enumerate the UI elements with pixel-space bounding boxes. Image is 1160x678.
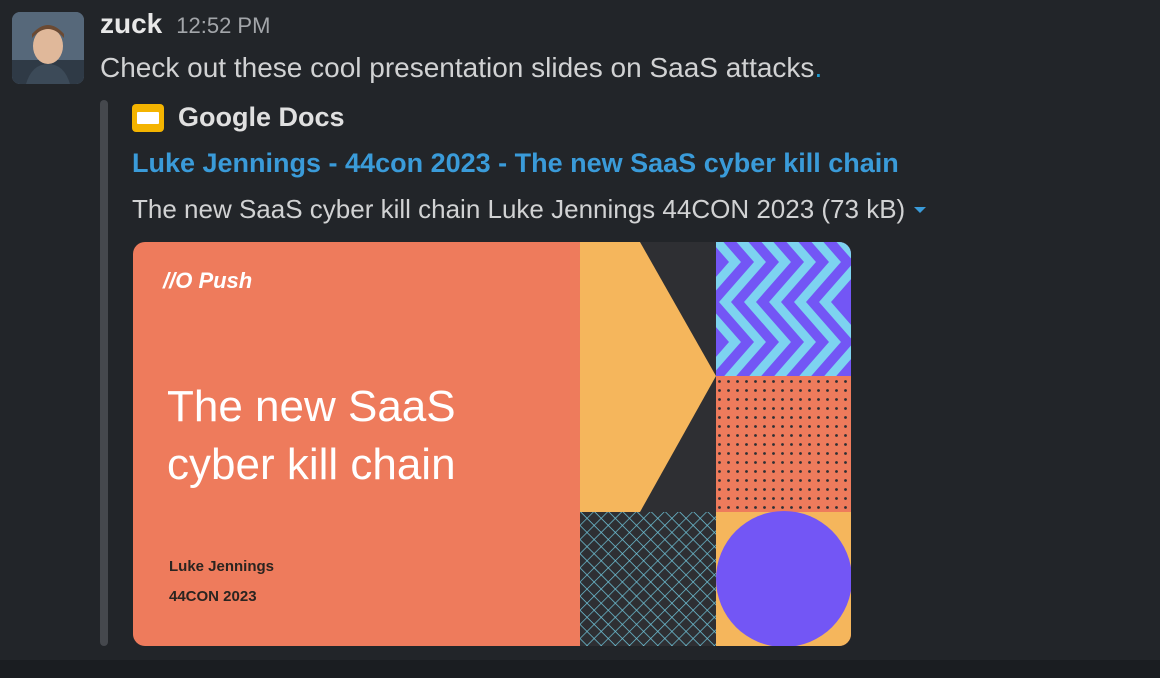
message-container: zuck 12:52 PM Check out these cool prese… xyxy=(0,0,1160,660)
slide-title-line1: The new SaaS xyxy=(167,382,456,431)
document-meta: The new SaaS cyber kill chain Luke Jenni… xyxy=(132,194,927,225)
bottom-strip xyxy=(0,660,1160,678)
message-text: Check out these cool presentation slides… xyxy=(100,52,822,84)
avatar-image xyxy=(12,12,84,84)
message-timestamp[interactable]: 12:52 PM xyxy=(176,13,270,39)
message-body: Check out these cool presentation slides… xyxy=(100,52,815,83)
author-name[interactable]: zuck xyxy=(100,8,162,40)
slide-title-line2: cyber kill chain xyxy=(167,440,456,489)
slide-title: The new SaaS cyber kill chain xyxy=(167,378,567,494)
message-text-end: . xyxy=(814,52,823,83)
slide-preview[interactable]: //O Push The new SaaS cyber kill chain L… xyxy=(133,242,851,646)
document-meta-text: The new SaaS cyber kill chain Luke Jenni… xyxy=(132,194,906,224)
message-header: zuck 12:52 PM xyxy=(100,8,270,48)
slide-author: Luke Jennings xyxy=(169,558,275,575)
push-logo: //O Push xyxy=(163,268,253,293)
document-link[interactable]: Luke Jennings - 44con 2023 - The new Saa… xyxy=(132,148,899,179)
slide-conference: 44CON 2023 xyxy=(169,588,257,605)
slide-decoration xyxy=(580,242,851,646)
avatar[interactable] xyxy=(12,12,84,84)
service-name: Google Docs xyxy=(178,102,345,132)
caret-down-icon[interactable] xyxy=(913,205,927,215)
google-slides-icon xyxy=(132,103,164,132)
attachment-service: Google Docs xyxy=(132,102,345,133)
attachment-bar xyxy=(100,100,108,646)
